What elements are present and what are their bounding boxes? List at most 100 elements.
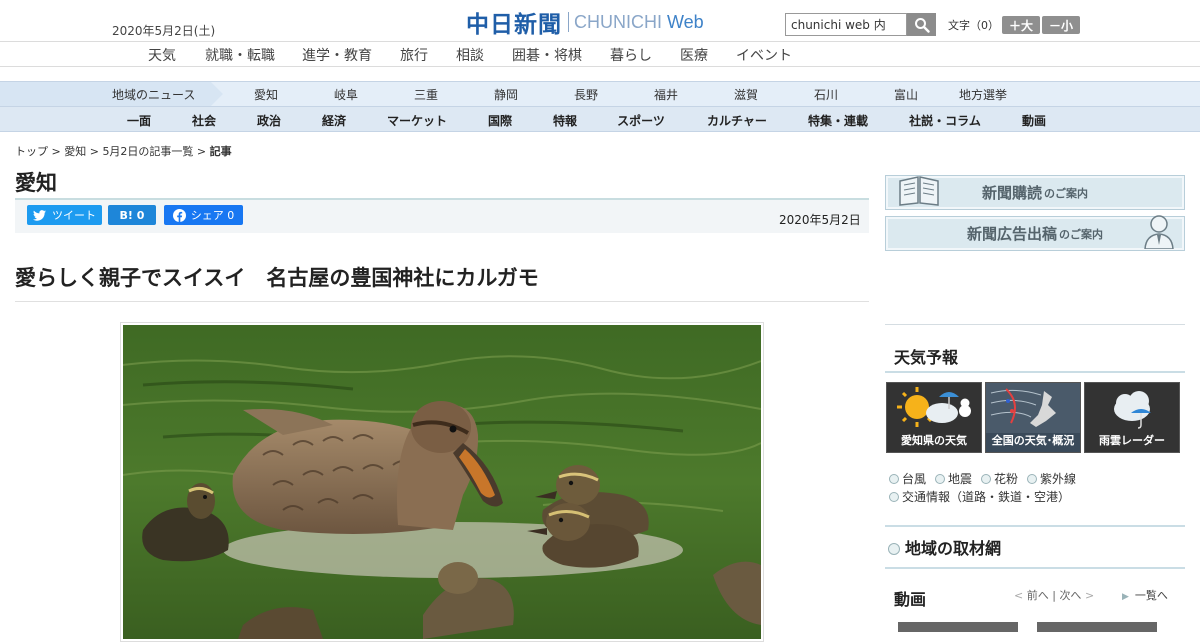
quick-link-traffic[interactable]: 交通情報（道路・鉄道・空港）: [889, 488, 1070, 505]
nav-item-go-shogi[interactable]: 囲碁・将棋: [512, 45, 582, 65]
region-item-ishikawa[interactable]: 石川: [814, 86, 838, 103]
region-item-shiga[interactable]: 滋賀: [734, 86, 758, 103]
region-item-elections[interactable]: 地方選挙: [959, 86, 1007, 103]
region-nav: 地域のニュース 愛知 岐阜 三重 静岡 長野 福井 滋賀 石川 富山 地方選挙: [0, 81, 1200, 107]
facebook-share-button[interactable]: シェア 0: [164, 205, 243, 225]
font-size-down-button[interactable]: －小: [1042, 16, 1080, 34]
bullet-icon: [981, 474, 991, 484]
nav-item-consult[interactable]: 相談: [456, 45, 484, 65]
category-item-society[interactable]: 社会: [192, 112, 216, 129]
caret-right-icon: ▶: [1122, 592, 1129, 602]
weather-tile-radar[interactable]: 雨雲レーダー: [1084, 382, 1180, 453]
local-network-link[interactable]: 地域の取材網: [888, 535, 1001, 559]
category-item-world[interactable]: 国際: [488, 112, 512, 129]
tweet-button[interactable]: ツイート: [27, 205, 102, 225]
breadcrumb-pref[interactable]: 愛知: [64, 145, 86, 158]
breadcrumb-sep: >: [48, 145, 65, 158]
nav-item-education[interactable]: 進学・教育: [302, 45, 372, 65]
category-item-market[interactable]: マーケット: [387, 112, 447, 129]
hatena-bookmark-button[interactable]: B! 0: [108, 205, 156, 225]
video-next-button[interactable]: 次へ: [1059, 589, 1081, 602]
bullet-icon: [935, 474, 945, 484]
quick-link-label: 交通情報（道路・鉄道・空港）: [902, 490, 1071, 504]
quick-link-pollen[interactable]: 花粉: [981, 470, 1018, 487]
region-item-gifu[interactable]: 岐阜: [334, 86, 358, 103]
category-item-video[interactable]: 動画: [1022, 112, 1046, 129]
quick-link-earthquake[interactable]: 地震: [935, 470, 972, 487]
video-prev-button[interactable]: 前へ: [1027, 589, 1049, 602]
tweet-label: ツイート: [52, 209, 96, 222]
region-item-aichi[interactable]: 愛知: [254, 86, 278, 103]
region-item-fukui[interactable]: 福井: [654, 86, 678, 103]
quick-link-label: 地震: [948, 472, 973, 486]
advertising-banner[interactable]: 新聞広告出稿 のご案内: [885, 215, 1185, 251]
quick-link-uv[interactable]: 紫外線: [1027, 470, 1076, 487]
rain-cloud-icon: [1114, 391, 1151, 429]
breadcrumb-sep: >: [193, 145, 210, 158]
sidebar-divider: [885, 567, 1185, 569]
video-pager-sep: |: [1052, 589, 1056, 602]
video-list-link[interactable]: ▶ 一覧へ: [1122, 587, 1168, 603]
facebook-label: シェア 0: [190, 209, 235, 222]
weather-tile-national-label: 全国の天気･概況: [991, 434, 1075, 447]
region-item-shizuoka[interactable]: 静岡: [494, 86, 518, 103]
video-thumbnail[interactable]: [1037, 622, 1157, 632]
quick-link-label: 花粉: [994, 472, 1019, 486]
category-item-politics[interactable]: 政治: [257, 112, 281, 129]
category-nav: 一面 社会 政治 経済 マーケット 国際 特報 スポーツ カルチャー 特集・連載…: [0, 107, 1200, 132]
logo-jp: 中日新聞: [466, 12, 562, 38]
subscription-banner[interactable]: 新聞購読 のご案内: [885, 175, 1185, 210]
logo-en-web: Web: [667, 11, 704, 32]
chevron-right-icon: >: [1084, 589, 1095, 602]
breadcrumb-list[interactable]: 5月2日の記事一覧: [102, 145, 193, 158]
search-button[interactable]: [907, 13, 936, 36]
category-item-special[interactable]: 特報: [553, 112, 577, 129]
advertising-banner-sub: のご案内: [1059, 227, 1103, 241]
chevron-left-icon: <: [1014, 589, 1024, 602]
local-network-label: 地域の取材網: [905, 539, 1002, 558]
nav-item-travel[interactable]: 旅行: [400, 45, 428, 65]
nav-item-jobs[interactable]: 就職・転職: [205, 45, 275, 65]
quick-link-label: 紫外線: [1040, 472, 1077, 486]
category-item-culture[interactable]: カルチャー: [707, 112, 767, 129]
site-logo[interactable]: 中日新聞 CHUNICHI Web: [466, 8, 704, 39]
current-date: 2020年5月2日(土): [112, 24, 216, 38]
nav-item-living[interactable]: 暮らし: [610, 45, 652, 65]
video-pager: < 前へ | 次へ >: [1014, 587, 1094, 603]
weather-tile-national[interactable]: 全国の天気･概況: [985, 382, 1081, 453]
region-item-toyama[interactable]: 富山: [894, 86, 918, 103]
weather-map-icon: [986, 383, 1080, 433]
region-item-nagano[interactable]: 長野: [574, 86, 598, 103]
category-item-front[interactable]: 一面: [127, 112, 151, 129]
nav-item-events[interactable]: イベント: [736, 45, 792, 65]
nav-item-weather[interactable]: 天気: [148, 45, 176, 65]
bullet-icon: [888, 543, 900, 555]
article-photo[interactable]: [120, 322, 764, 642]
category-item-sports[interactable]: スポーツ: [617, 112, 665, 129]
category-item-economy[interactable]: 経済: [322, 112, 346, 129]
share-bar: ツイート B! 0 シェア 0: [15, 198, 869, 233]
quick-link-typhoon[interactable]: 台風: [889, 470, 926, 487]
video-thumbnail[interactable]: [898, 622, 1018, 632]
title-divider: [15, 301, 869, 302]
logo-divider: [568, 12, 569, 32]
category-item-editorials[interactable]: 社説・コラム: [909, 112, 981, 129]
search-input[interactable]: [785, 13, 907, 36]
subscription-banner-main: 新聞購読: [981, 184, 1042, 202]
weather-divider: [885, 371, 1185, 373]
site-header: 2020年5月2日(土) 中日新聞 CHUNICHI Web 文字（0） ＋大 …: [0, 0, 1200, 42]
main-nav: 天気 就職・転職 進学・教育 旅行 相談 囲碁・将棋 暮らし 医療 イベント: [0, 43, 1200, 67]
nav-item-medical[interactable]: 医療: [680, 45, 708, 65]
video-title: 動画: [894, 590, 927, 609]
font-size-up-button[interactable]: ＋大: [1002, 16, 1040, 34]
bullet-icon: [889, 492, 899, 502]
weather-title: 天気予報: [894, 348, 959, 367]
breadcrumb-top[interactable]: トップ: [15, 145, 48, 158]
quick-link-label: 台風: [902, 472, 927, 486]
region-item-mie[interactable]: 三重: [414, 86, 438, 103]
weather-tile-radar-label: 雨雲レーダー: [1099, 434, 1165, 447]
category-item-features[interactable]: 特集・連載: [808, 112, 868, 129]
weather-tile-aichi[interactable]: 愛知県の天気: [886, 382, 982, 453]
facebook-icon: [172, 208, 186, 222]
breadcrumb-current: 記事: [209, 145, 232, 158]
